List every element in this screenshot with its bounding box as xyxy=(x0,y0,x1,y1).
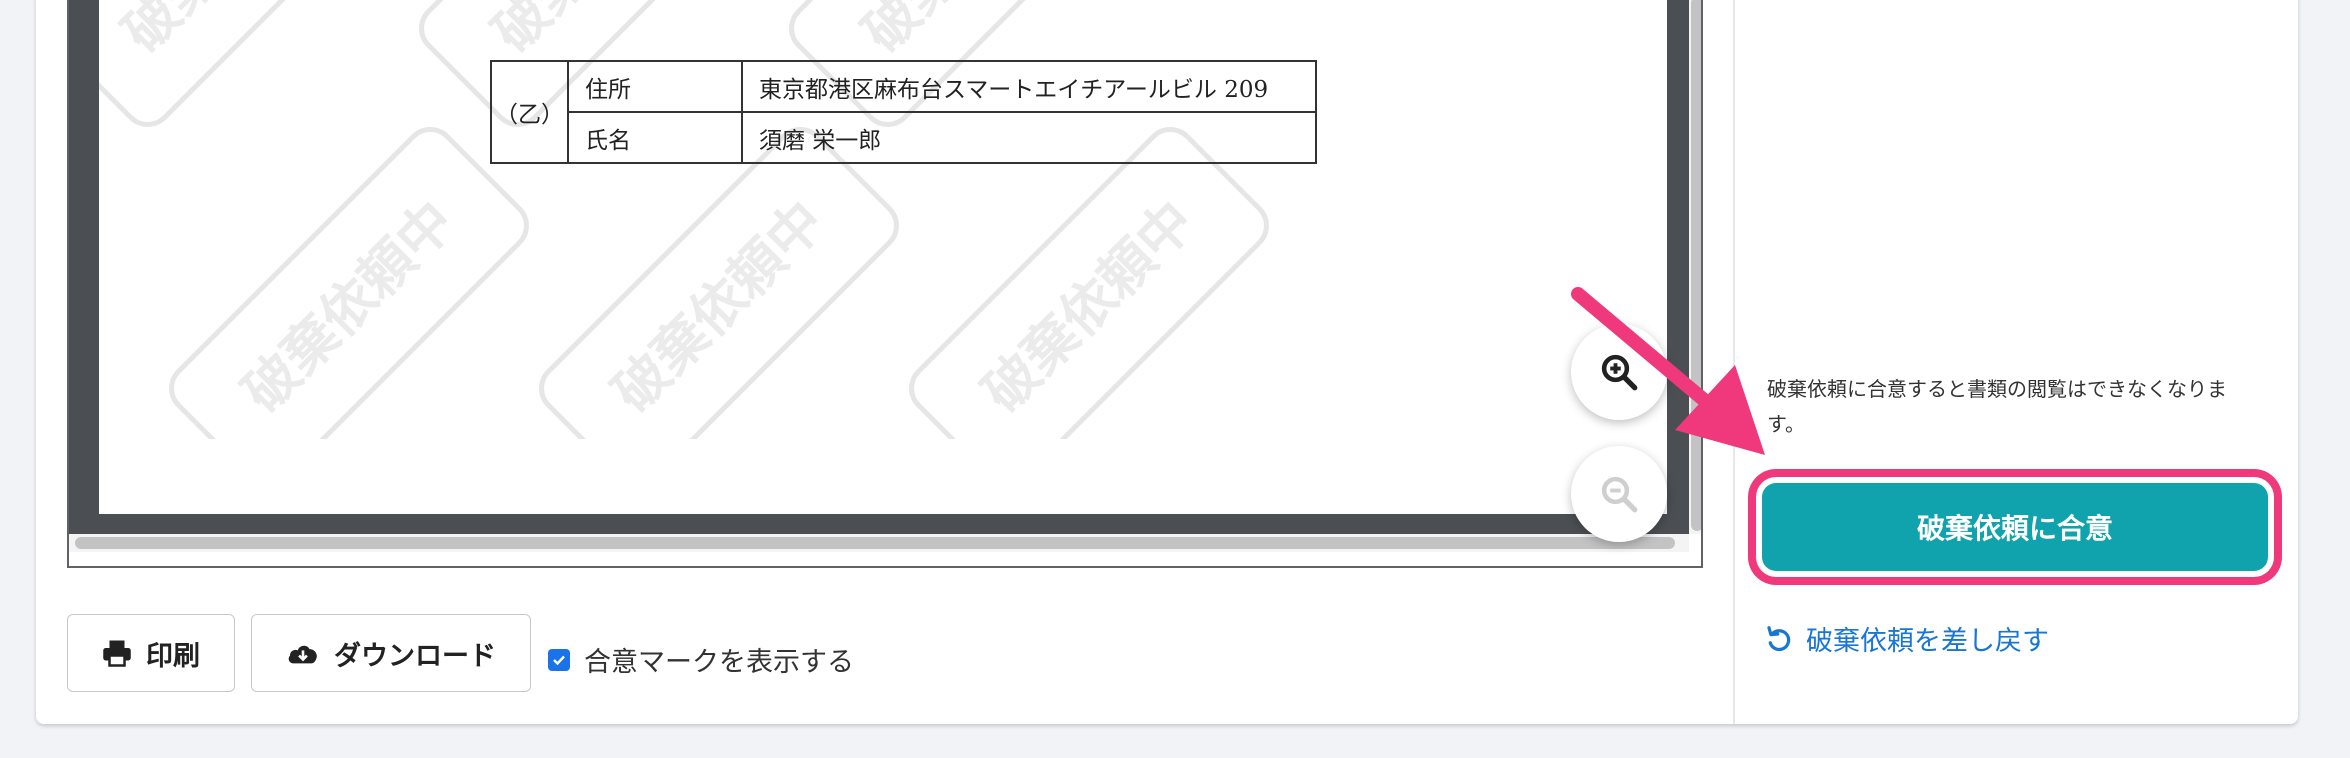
cloud-download-icon xyxy=(286,640,320,666)
annotation-arrow xyxy=(1571,287,1765,455)
print-button[interactable]: 印刷 xyxy=(67,614,235,692)
address-value: 東京都港区麻布台スマートエイチアールビル 209 xyxy=(741,60,1317,113)
watermark-text: 破棄依頼中 xyxy=(231,189,466,424)
check-icon xyxy=(553,655,565,665)
watermark-text: 破棄依頼中 xyxy=(601,189,836,424)
party-table: （乙） 住所 東京都港区麻布台スマートエイチアールビル 209 氏名 須磨 栄一… xyxy=(490,60,1317,164)
name-value: 須磨 栄一郎 xyxy=(741,111,1317,164)
show-agree-mark-toggle[interactable]: 合意マークを表示する xyxy=(548,640,854,679)
agree-destruction-button[interactable]: 破棄依頼に合意 xyxy=(1762,483,2268,571)
watermark-stamp: 破棄依頼中 xyxy=(169,127,529,439)
print-label: 印刷 xyxy=(146,640,200,672)
name-label: 氏名 xyxy=(567,111,743,164)
zoom-out-icon xyxy=(1601,476,1638,513)
horizontal-scrollbar[interactable] xyxy=(75,537,1675,549)
watermark-stamp: 破棄依頼中 xyxy=(539,127,899,439)
address-label: 住所 xyxy=(567,60,743,113)
revert-destruction-link[interactable]: 破棄依頼を差し戻す xyxy=(1764,619,2049,658)
revert-label: 破棄依頼を差し戻す xyxy=(1806,626,2049,657)
undo-icon xyxy=(1764,624,1794,654)
document-viewer: 破棄依頼中破棄依頼中破棄依頼中破棄依頼中破棄依頼中破棄依頼中 （乙） 住所 東京… xyxy=(67,0,1703,568)
download-label: ダウンロード xyxy=(334,640,496,672)
show-agree-mark-label: 合意マークを表示する xyxy=(584,647,854,678)
document-page: 破棄依頼中破棄依頼中破棄依頼中破棄依頼中破棄依頼中破棄依頼中 （乙） 住所 東京… xyxy=(99,0,1667,514)
download-button[interactable]: ダウンロード xyxy=(251,614,531,692)
watermark-text: 破棄依頼中 xyxy=(971,189,1206,424)
show-agree-mark-checkbox[interactable] xyxy=(548,648,570,671)
agree-notice: 破棄依頼に合意すると書類の閲覧はできなくなります。 xyxy=(1767,377,2227,436)
watermark-stamp: 破棄依頼中 xyxy=(99,0,409,127)
watermark-stamp: 破棄依頼中 xyxy=(909,127,1269,439)
party-role: （乙） xyxy=(490,60,569,164)
printer-icon xyxy=(102,639,132,667)
